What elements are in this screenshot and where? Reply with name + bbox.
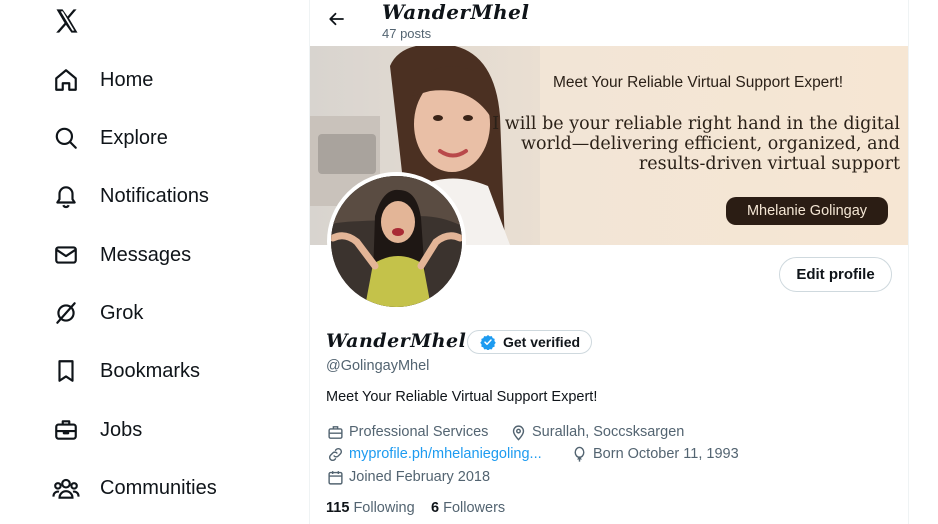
website-link[interactable]: myprofile.ph/mhelaniegoling... <box>349 446 542 462</box>
profile-joined: Joined February 2018 <box>326 468 490 486</box>
sidebar-item-communities[interactable]: Communities <box>52 468 217 508</box>
briefcase-icon <box>326 423 344 441</box>
sidebar-item-label: Messages <box>100 243 192 266</box>
sidebar-item-label: Notifications <box>100 184 209 207</box>
column-divider-right <box>908 0 909 524</box>
following-count: 115 <box>326 500 350 516</box>
people-icon <box>52 474 80 502</box>
bell-icon <box>52 182 80 210</box>
sidebar-item-label: Home <box>100 68 154 91</box>
profile-category: Professional Services <box>326 423 488 441</box>
sidebar-item-notifications[interactable]: Notifications <box>52 176 209 216</box>
following-label: Following <box>353 500 415 516</box>
banner-quote: I will be your reliable right hand in th… <box>492 114 900 174</box>
search-icon <box>52 124 80 152</box>
sidebar-item-jobs[interactable]: Jobs <box>52 410 142 450</box>
avatar-photo <box>331 176 462 307</box>
followers-link[interactable]: 6 Followers <box>431 500 505 516</box>
sidebar-item-label: Grok <box>100 301 144 324</box>
get-verified-label: Get verified <box>503 334 581 350</box>
sidebar-item-label: Bookmarks <box>100 359 201 382</box>
sidebar: Home Explore Notifications Messages Grok… <box>0 0 310 524</box>
sidebar-item-label: Explore <box>100 126 168 149</box>
briefcase-icon <box>52 416 80 444</box>
profile-handle: @GolingayMhel <box>326 358 430 374</box>
x-logo-icon[interactable] <box>53 7 83 37</box>
sidebar-item-grok[interactable]: Grok <box>52 293 143 333</box>
edit-profile-button[interactable]: Edit profile <box>779 257 892 292</box>
sidebar-item-explore[interactable]: Explore <box>52 118 168 158</box>
banner-title: Meet Your Reliable Virtual Support Exper… <box>553 74 844 91</box>
header-post-count: 47 posts <box>382 26 432 41</box>
profile-birthday: Born October 11, 1993 <box>570 445 739 463</box>
balloon-icon <box>570 445 588 463</box>
profile-location: Surallah, Soccsksargen <box>509 423 684 441</box>
followers-count: 6 <box>431 500 440 516</box>
profile-header: WanderMhel 47 posts <box>310 0 908 46</box>
birthday-text: Born October 11, 1993 <box>593 446 739 462</box>
profile-website: myprofile.ph/mhelaniegoling... <box>326 445 542 463</box>
calendar-icon <box>326 468 344 486</box>
joined-text: Joined February 2018 <box>349 469 491 485</box>
bookmark-icon <box>52 357 80 385</box>
location-pin-icon <box>509 423 527 441</box>
home-icon <box>52 66 80 94</box>
followers-label: Followers <box>443 500 506 516</box>
get-verified-button[interactable]: Get verified <box>467 330 592 354</box>
grok-icon <box>52 299 80 327</box>
profile-bio: Meet Your Reliable Virtual Support Exper… <box>326 389 598 405</box>
sidebar-item-label: Communities <box>100 476 217 499</box>
back-button[interactable] <box>326 8 348 30</box>
sidebar-item-bookmarks[interactable]: Bookmarks <box>52 351 200 391</box>
header-display-name: WanderMhel <box>382 0 530 24</box>
avatar[interactable] <box>327 172 466 311</box>
profile-display-name: WanderMhel <box>326 330 467 352</box>
following-link[interactable]: 115 Following <box>326 500 415 516</box>
envelope-icon <box>52 241 80 269</box>
arrow-left-icon <box>329 12 344 26</box>
banner-name-tag: Mhelanie Golingay <box>726 197 888 225</box>
sidebar-item-messages[interactable]: Messages <box>52 235 191 275</box>
sidebar-item-home[interactable]: Home <box>52 60 153 100</box>
link-icon <box>326 445 344 463</box>
location-text: Surallah, Soccsksargen <box>532 424 685 440</box>
verified-badge-icon <box>480 335 496 350</box>
sidebar-item-label: Jobs <box>100 418 143 441</box>
category-text: Professional Services <box>349 424 489 440</box>
